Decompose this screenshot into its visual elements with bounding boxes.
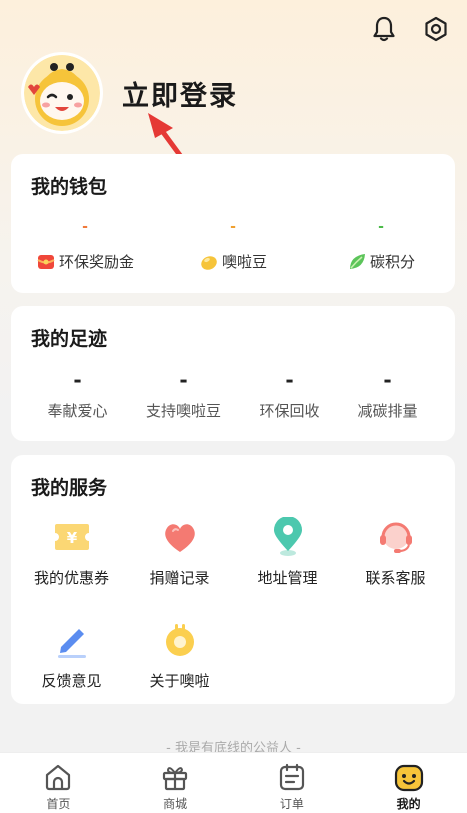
wallet-beans-label: 噢啦豆 (221, 253, 267, 271)
service-customer-support[interactable]: 联系客服 (340, 517, 451, 588)
mine-icon (394, 764, 423, 792)
wallet-beans-value: - (230, 219, 236, 235)
service-address[interactable]: 地址管理 (232, 517, 343, 588)
about-icon (160, 620, 200, 660)
footprint-title: 我的足迹 (31, 328, 108, 350)
location-icon (268, 517, 308, 557)
footprint-donation-label: 奉献爱心 (47, 402, 108, 420)
settings-icon[interactable] (421, 14, 451, 44)
footprint-card: 我的足迹 - 奉献爱心 - 支持噢啦豆 - 环保回收 - 减碳排量 (11, 306, 455, 441)
footprint-item-carbon[interactable]: - 减碳排量 (332, 368, 443, 421)
tab-home[interactable]: 首页 (0, 753, 117, 813)
tab-home-label: 首页 (46, 797, 71, 811)
wallet-reward-label: 环保奖励金 (58, 253, 134, 271)
wallet-item-beans[interactable]: - 噢啦豆 (159, 219, 307, 272)
service-support-label: 联系客服 (365, 569, 426, 587)
service-donation-record[interactable]: 捐赠记录 (124, 517, 235, 588)
footprint-item-donation[interactable]: - 奉献爱心 (22, 368, 133, 421)
footprint-support-label: 支持噢啦豆 (145, 402, 221, 420)
wallet-carbon-label: 碳积分 (369, 253, 415, 271)
coupon-icon: ¥ (52, 517, 92, 557)
wallet-item-reward[interactable]: - 环保奖励金 (11, 219, 159, 272)
avatar[interactable] (24, 55, 100, 131)
bell-icon[interactable] (369, 14, 399, 44)
gift-icon (163, 767, 188, 791)
heart-icon (160, 517, 200, 557)
pen-icon (52, 620, 92, 660)
bottom-tab-bar: 首页 商城 订单 我的 (0, 752, 467, 813)
home-icon (46, 764, 71, 791)
service-donation-label: 捐赠记录 (149, 569, 210, 587)
service-feedback-label: 反馈意见 (41, 672, 102, 690)
footprint-recycle-value: - (285, 368, 294, 392)
services-card: 我的服务 ¥ 我的优惠券 捐赠记录 地址管理 联系客服 反馈意见 关于噢啦 (11, 455, 455, 704)
top-bar (369, 14, 451, 44)
tab-mine[interactable]: 我的 (350, 753, 467, 813)
tab-mine-label: 我的 (396, 797, 421, 811)
footprint-support-value: - (179, 368, 188, 392)
service-address-label: 地址管理 (257, 569, 318, 587)
service-feedback[interactable]: 反馈意见 (16, 620, 127, 691)
service-coupon-label: 我的优惠券 (33, 569, 109, 587)
footprint-donation-value: - (73, 368, 82, 392)
wallet-item-carbon[interactable]: - 碳积分 (307, 219, 455, 272)
login-button[interactable]: 立即登录 (122, 74, 238, 113)
wallet-reward-value: - (82, 219, 88, 235)
footprint-item-recycle[interactable]: - 环保回收 (234, 368, 345, 421)
wallet-card: 我的钱包 - 环保奖励金 - 噢啦豆 - 碳积分 (11, 154, 455, 293)
profile-header: 立即登录 (24, 55, 238, 131)
footprint-item-support[interactable]: - 支持噢啦豆 (128, 368, 239, 421)
tab-mall[interactable]: 商城 (117, 753, 234, 813)
bean-icon (201, 255, 217, 270)
service-about[interactable]: 关于噢啦 (124, 620, 235, 691)
svg-text:¥: ¥ (66, 529, 77, 547)
tab-orders-label: 订单 (279, 797, 304, 811)
wallet-carbon-value: - (378, 219, 384, 235)
service-coupon[interactable]: ¥ 我的优惠券 (16, 517, 127, 588)
tab-orders[interactable]: 订单 (234, 753, 351, 813)
footprint-carbon-value: - (383, 368, 392, 392)
leaf-icon (349, 253, 365, 269)
service-about-label: 关于噢啦 (149, 672, 210, 690)
red-envelope-icon (37, 254, 55, 269)
services-title: 我的服务 (31, 477, 108, 499)
order-icon (279, 763, 304, 791)
footprint-carbon-label: 减碳排量 (357, 402, 418, 420)
headset-icon (376, 517, 416, 557)
wallet-title: 我的钱包 (31, 176, 108, 198)
footprint-recycle-label: 环保回收 (259, 402, 320, 420)
tab-mall-label: 商城 (163, 797, 188, 811)
